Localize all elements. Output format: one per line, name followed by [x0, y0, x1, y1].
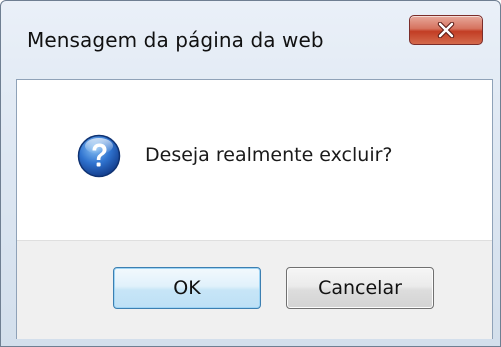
close-button[interactable] — [409, 15, 483, 45]
button-bar: OK Cancelar — [17, 240, 492, 339]
dialog-title: Mensagem da página da web — [27, 28, 324, 52]
title-bar[interactable]: Mensagem da página da web — [1, 1, 500, 79]
ok-button[interactable]: OK — [113, 267, 261, 309]
question-icon — [77, 134, 121, 178]
close-icon — [437, 22, 455, 38]
dialog-message: Deseja realmente excluir? — [145, 144, 393, 166]
message-area: Deseja realmente excluir? — [17, 80, 492, 240]
cancel-button[interactable]: Cancelar — [286, 267, 434, 309]
dialog-body: Deseja realmente excluir? OK Cancelar — [16, 79, 493, 339]
dialog-window: Mensagem da página da web Deseja realmen… — [0, 0, 501, 347]
